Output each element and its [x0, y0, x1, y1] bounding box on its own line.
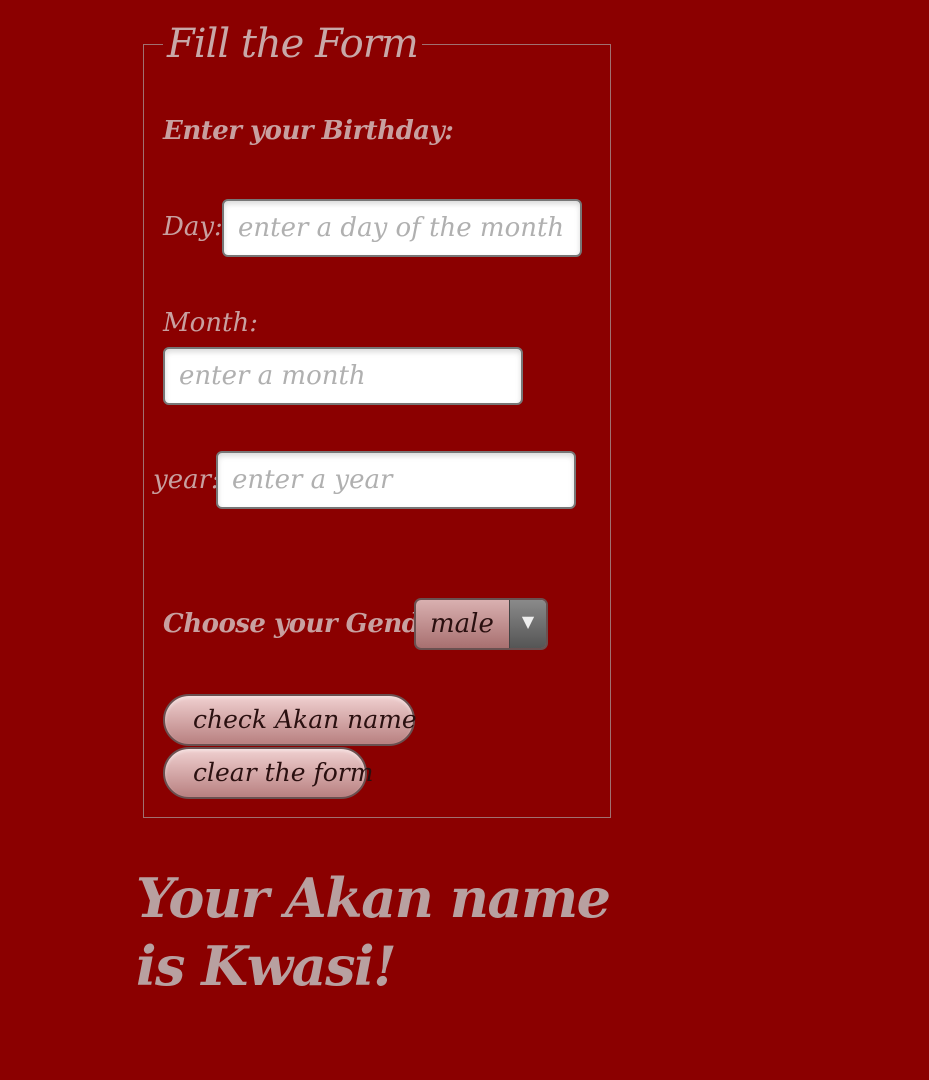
day-input[interactable]: enter a day of the month — [222, 199, 582, 257]
day-label: Day: — [163, 212, 223, 242]
chevron-down-icon[interactable]: ▼ — [509, 600, 546, 648]
clear-form-button[interactable]: clear the form — [163, 747, 373, 799]
form-legend: Fill the Form — [163, 20, 422, 68]
gender-select[interactable]: male ▼ — [414, 598, 548, 650]
akan-name-result: Your Akan name is Kwasi! — [136, 866, 611, 998]
birthday-heading: Enter your Birthday: — [163, 116, 454, 146]
year-input[interactable]: enter a year — [216, 451, 576, 509]
year-label: year: — [153, 465, 220, 495]
gender-selected-value: male — [430, 609, 494, 639]
month-placeholder: enter a month — [179, 361, 366, 391]
month-input[interactable]: enter a month — [163, 347, 523, 405]
month-label: Month: — [163, 308, 258, 338]
year-placeholder: enter a year — [232, 465, 393, 495]
check-akan-name-button[interactable]: check Akan name — [163, 694, 417, 746]
day-placeholder: enter a day of the month — [238, 213, 565, 243]
